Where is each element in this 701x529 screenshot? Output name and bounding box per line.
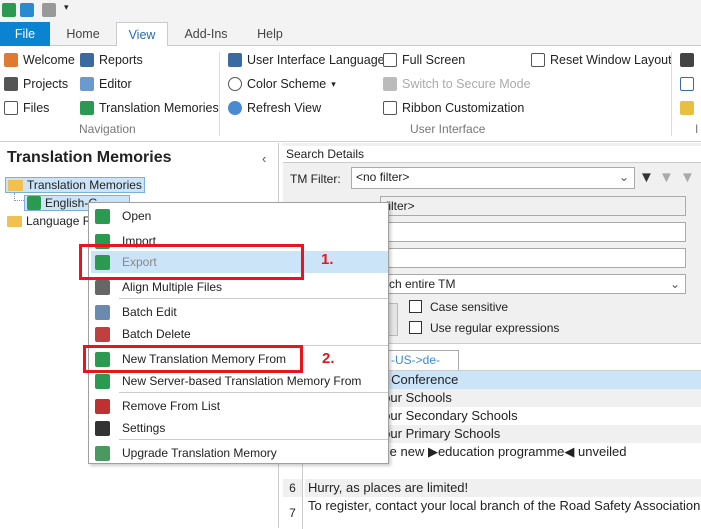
menu-item-remove-from-list[interactable]: Remove From List <box>91 395 388 417</box>
menu-item-new-server-based-translation-memory-from[interactable]: New Server-based Translation Memory From <box>91 370 388 392</box>
translation-memories-button[interactable]: Translation Memories <box>80 97 219 119</box>
chevron-down-icon: ⌄ <box>618 170 629 184</box>
menu-item-batch-edit[interactable]: Batch Edit <box>91 301 388 323</box>
tree-line <box>14 193 24 201</box>
gear-icon <box>95 420 110 436</box>
batch-delete-icon <box>95 326 110 342</box>
reports-button[interactable]: Reports <box>80 49 143 71</box>
menu-separator <box>119 392 388 393</box>
ribbon-customization-button[interactable]: Ribbon Customization <box>383 97 524 119</box>
target-search-input[interactable] <box>380 248 686 268</box>
annotation-label-2: 2. <box>322 350 335 367</box>
secure-mode-button[interactable]: Switch to Secure Mode <box>383 73 531 95</box>
save-icon[interactable] <box>42 3 56 17</box>
add-filter-icon[interactable]: ▼ <box>639 169 654 186</box>
case-sensitive-checkbox[interactable] <box>409 300 422 313</box>
color-scheme-button[interactable]: Color Scheme ▾ <box>228 73 336 95</box>
projects-button[interactable]: Projects <box>4 73 68 95</box>
fullscreen-icon <box>383 53 397 67</box>
save-filter-icon[interactable]: ▼ <box>659 169 674 186</box>
upgrade-icon <box>95 445 110 461</box>
divider <box>671 52 672 136</box>
tree-item-translation-memories[interactable]: Translation Memories <box>5 177 145 193</box>
tm-filter-select[interactable]: <no filter> ⌄ <box>351 167 635 189</box>
file-icon <box>4 101 18 115</box>
language-pair-tab[interactable]: -US->de-DE] <box>387 350 459 385</box>
new-server-tm-icon <box>95 373 110 389</box>
regex-checkbox[interactable] <box>409 321 422 334</box>
collapse-icon[interactable]: ‹ <box>262 151 266 166</box>
tm-icon <box>27 196 41 210</box>
search-scope-select[interactable]: rch entire TM ⌄ <box>380 274 686 294</box>
menu-item-settings[interactable]: Settings <box>91 417 388 439</box>
markers-icon[interactable] <box>680 101 694 115</box>
context-menu: Open Import Export Align Multiple Files Batc… <box>88 202 389 464</box>
chevron-down-icon: ▾ <box>331 79 336 89</box>
folder-icon <box>7 215 22 227</box>
files-button[interactable]: Files <box>4 97 49 119</box>
tab-help[interactable]: Help <box>244 22 296 46</box>
tm-filter-label: TM Filter: <box>290 172 341 186</box>
filter-field[interactable]: filter> <box>380 196 686 216</box>
palette-icon <box>228 77 242 91</box>
ribbon-tabs: File Home View Add-Ins Help <box>0 22 701 47</box>
home-icon <box>4 53 18 67</box>
annotation-box-2 <box>83 345 303 373</box>
remove-icon <box>95 398 110 414</box>
hierarchy-icon <box>383 101 397 115</box>
menu-item-open[interactable]: Open <box>91 205 388 227</box>
tab-view[interactable]: View <box>116 22 168 47</box>
align-icon <box>95 279 110 295</box>
user-interface-group-label: User Interface <box>410 122 486 136</box>
title-bar: ▾ <box>0 0 701 22</box>
annotation-box-1 <box>79 244 304 280</box>
refresh-icon <box>228 101 242 115</box>
regex-label: Use regular expressions <box>430 321 560 335</box>
reset-window-layout-button[interactable]: Reset Window Layout <box>531 49 672 71</box>
folder-icon <box>8 179 23 191</box>
menu-separator <box>119 439 388 440</box>
menu-item-upgrade-translation-memory[interactable]: Upgrade Translation Memory <box>91 442 388 464</box>
studio-app-icon[interactable] <box>2 3 16 17</box>
chevron-down-icon: ⌄ <box>669 277 680 291</box>
search-details-header: Search Details <box>283 146 701 163</box>
full-screen-button[interactable]: Full Screen <box>383 49 465 71</box>
lock-icon <box>383 77 397 91</box>
navigation-group-label: Navigation <box>79 122 136 136</box>
pencil-icon <box>80 77 94 91</box>
row-number: 7 <box>283 497 303 529</box>
row-number: 6 <box>283 479 303 497</box>
customize-dropdown-icon[interactable]: ▾ <box>64 2 69 13</box>
table-row[interactable]: To register, contact your local branch o… <box>305 497 701 515</box>
sync-icon[interactable] <box>20 3 34 17</box>
refresh-view-button[interactable]: Refresh View <box>228 97 321 119</box>
tree-item-language-resources[interactable]: Language R <box>5 213 93 229</box>
case-sensitive-label: Case sensitive <box>430 300 509 314</box>
group-label-partial: I <box>695 122 699 136</box>
projects-icon <box>4 77 18 91</box>
panel-title: Translation Memories <box>7 149 172 166</box>
binoculars-icon[interactable] <box>680 53 694 67</box>
reports-icon <box>80 53 94 67</box>
welcome-button[interactable]: Welcome <box>4 49 75 71</box>
source-search-input[interactable] <box>380 222 686 242</box>
batch-edit-icon <box>95 304 110 320</box>
divider <box>219 52 220 136</box>
tab-file[interactable]: File <box>0 22 50 46</box>
open-tm-icon <box>95 208 110 224</box>
menu-separator <box>119 298 388 299</box>
table-row[interactable]: Hurry, as places are limited! <box>305 479 701 497</box>
tm-icon <box>80 101 94 115</box>
clear-filter-icon[interactable]: ▼ <box>680 169 695 186</box>
menu-item-batch-delete[interactable]: Batch Delete <box>91 323 388 345</box>
annotation-label-1: 1. <box>321 251 334 268</box>
ribbon: Welcome Projects Files Reports Editor Tr… <box>0 46 701 142</box>
settings-file-icon[interactable] <box>680 77 694 91</box>
editor-button[interactable]: Editor <box>80 73 132 95</box>
language-icon <box>228 53 242 67</box>
tab-add-ins[interactable]: Add-Ins <box>172 22 240 46</box>
tab-home[interactable]: Home <box>52 22 114 46</box>
reset-layout-icon <box>531 53 545 67</box>
ui-language-button[interactable]: User Interface Language <box>228 49 385 71</box>
